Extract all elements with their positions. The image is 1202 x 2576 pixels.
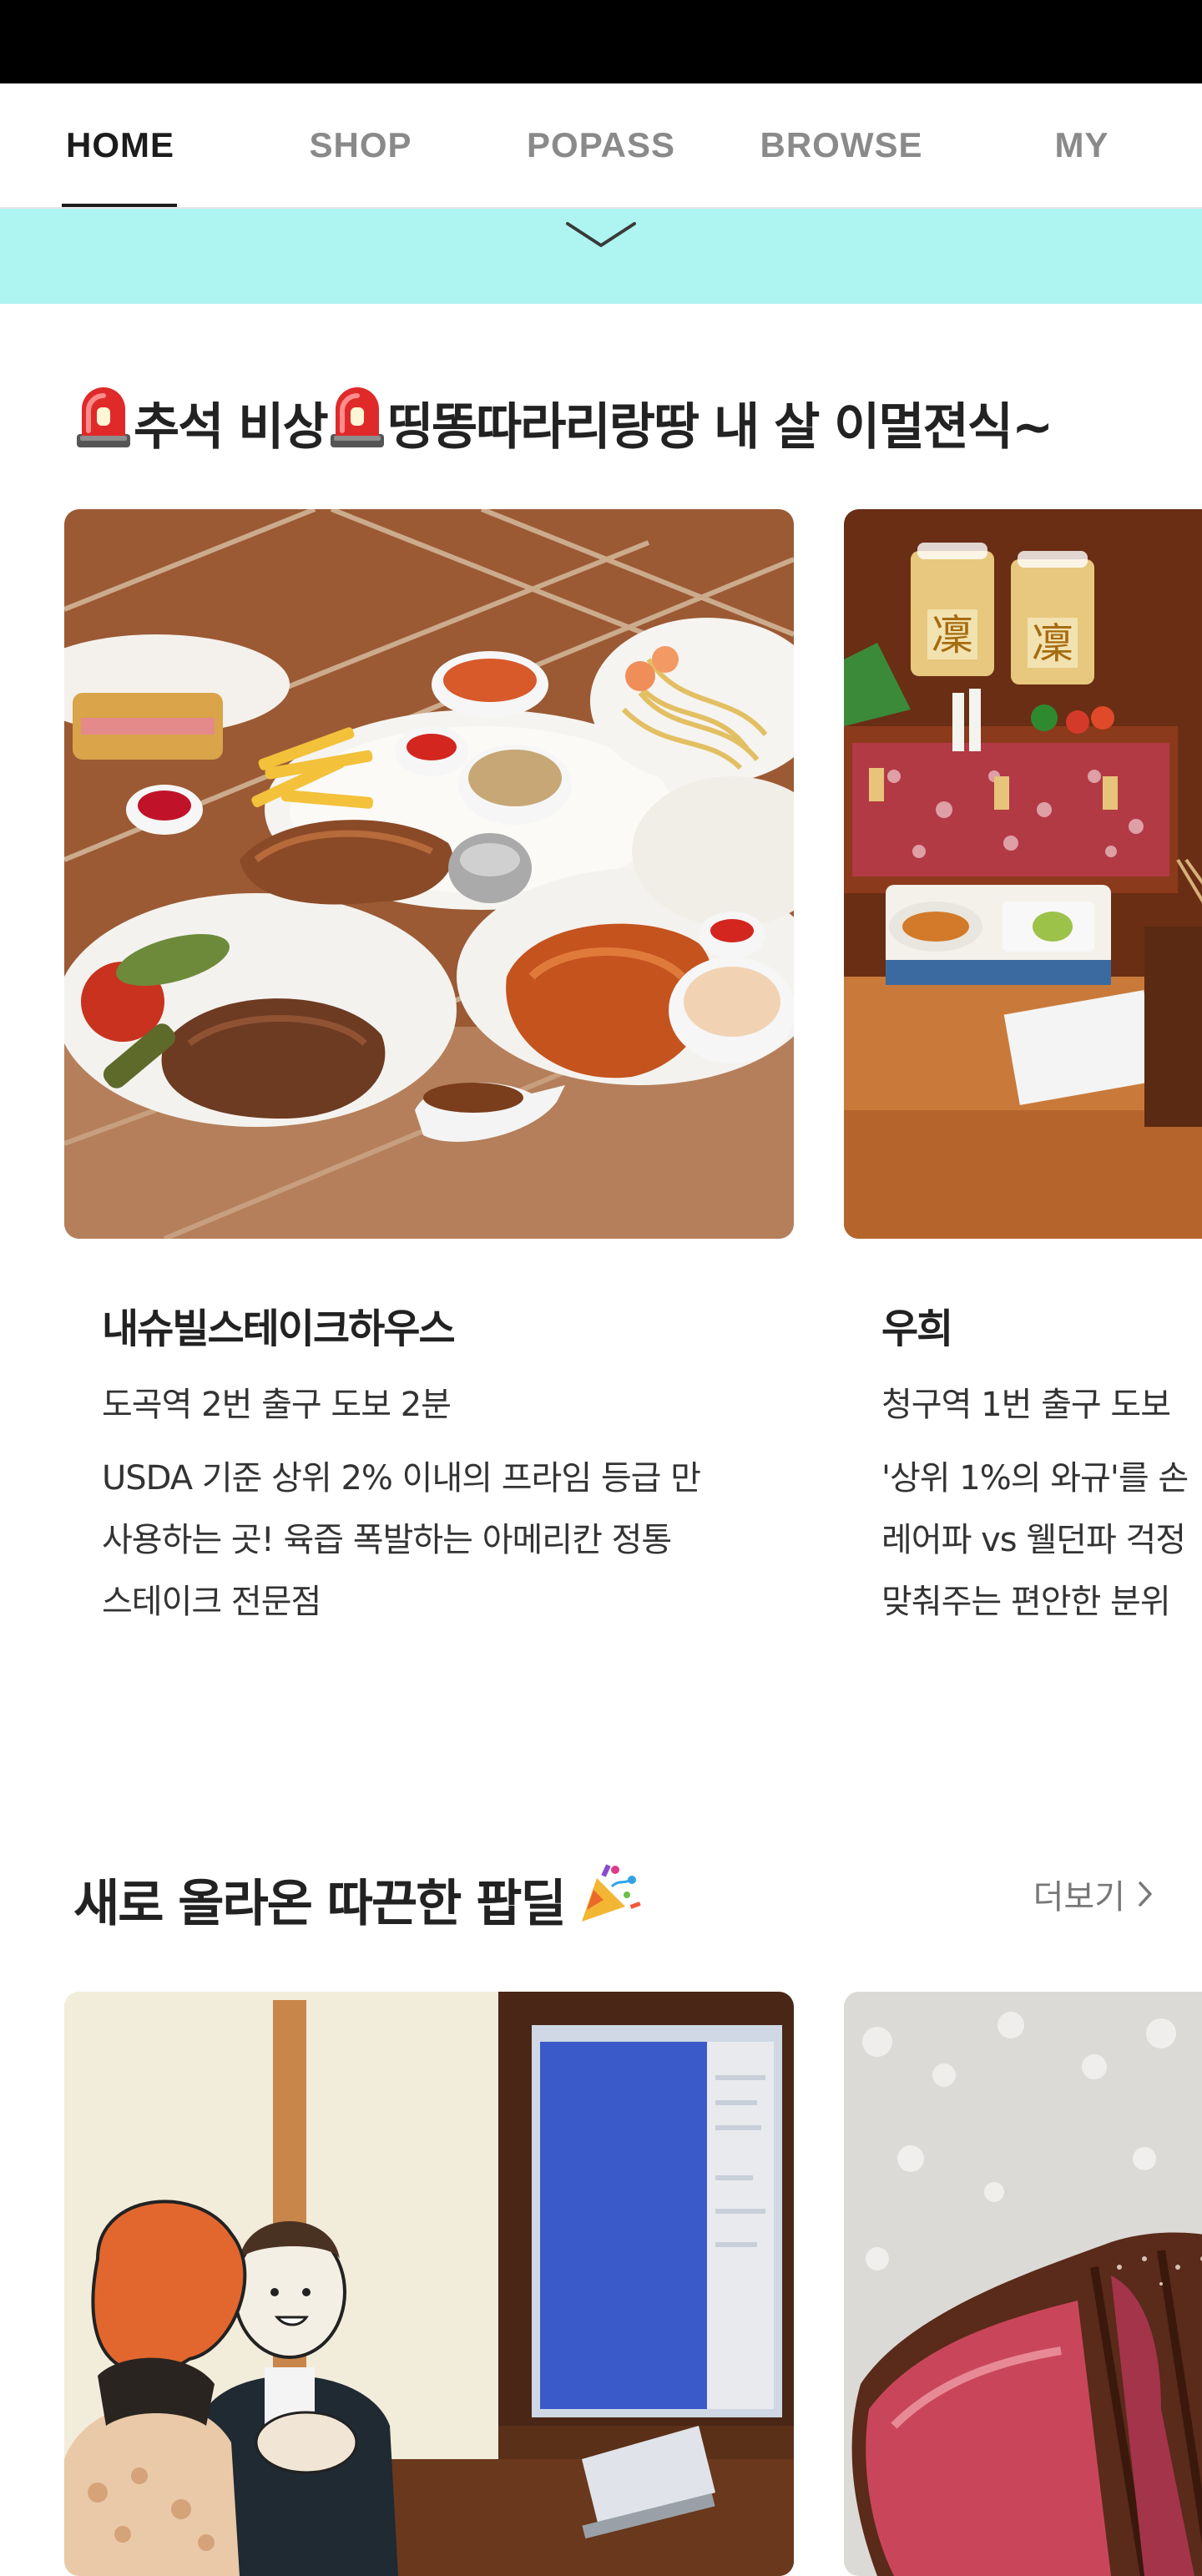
wagyu-tray-photo[interactable]: 凜 凜 [844, 509, 1202, 1239]
office-meeting-illustration-photo[interactable] [64, 1992, 794, 2576]
svg-text:凜: 凜 [1032, 619, 1073, 668]
sliced-steak-photo[interactable] [844, 1992, 1202, 2576]
tab-home[interactable]: HOME [0, 83, 240, 207]
siren-emoji-icon [327, 384, 387, 462]
card-description: USDA 기준 상위 2% 이내의 프라임 등급 만 사용하는 곳! 육즙 폭발… [102, 1459, 701, 1621]
svg-text:凜: 凜 [932, 611, 973, 659]
tab-shop[interactable]: SHOP [240, 83, 481, 207]
section-title-text: 새로 올라온 따끈한 팝딜 [73, 1875, 567, 1933]
section-title-new-deals: 새로 올라온 따끈한 팝딜 [73, 1861, 642, 1937]
tab-browse[interactable]: BROWSE [721, 83, 962, 207]
card-location: 청구역 1번 출구 도보 [881, 1386, 1171, 1424]
steak-platter-photo[interactable] [64, 509, 794, 1239]
section-title-chuseok: 추석 비상 띵똥따라리랑땅 내 살 이멀젼식~ [73, 384, 1054, 462]
status-bar [0, 0, 1202, 83]
section-title-text-2: 띵똥따라리랑땅 내 살 이멀젼식~ [386, 398, 1054, 457]
card-title[interactable]: 우희 [881, 1296, 953, 1354]
card-title[interactable]: 내슈빌스테이크하우스 [102, 1296, 456, 1354]
chevron-down-icon[interactable] [564, 219, 638, 255]
tab-popass[interactable]: POPASS [481, 83, 721, 207]
siren-emoji-icon [73, 384, 134, 462]
tab-my[interactable]: MY [962, 83, 1202, 207]
active-tab-indicator [62, 204, 177, 207]
see-more-label: 더보기 [1033, 1878, 1125, 1917]
party-popper-icon [578, 1861, 642, 1937]
see-more-link[interactable]: 더보기 [1033, 1870, 1154, 1918]
section-title-text-1: 추석 비상 [134, 398, 329, 457]
card-description: '상위 1%의 와규'를 손 레어파 vs 웰던파 걱정 맞춰주는 편안한 분위 [881, 1459, 1189, 1621]
top-nav: HOME SHOP POPASS BROWSE MY [0, 83, 1202, 209]
chevron-right-icon [1139, 1881, 1152, 1907]
card-location: 도곡역 2번 출구 도보 2분 [102, 1386, 452, 1424]
